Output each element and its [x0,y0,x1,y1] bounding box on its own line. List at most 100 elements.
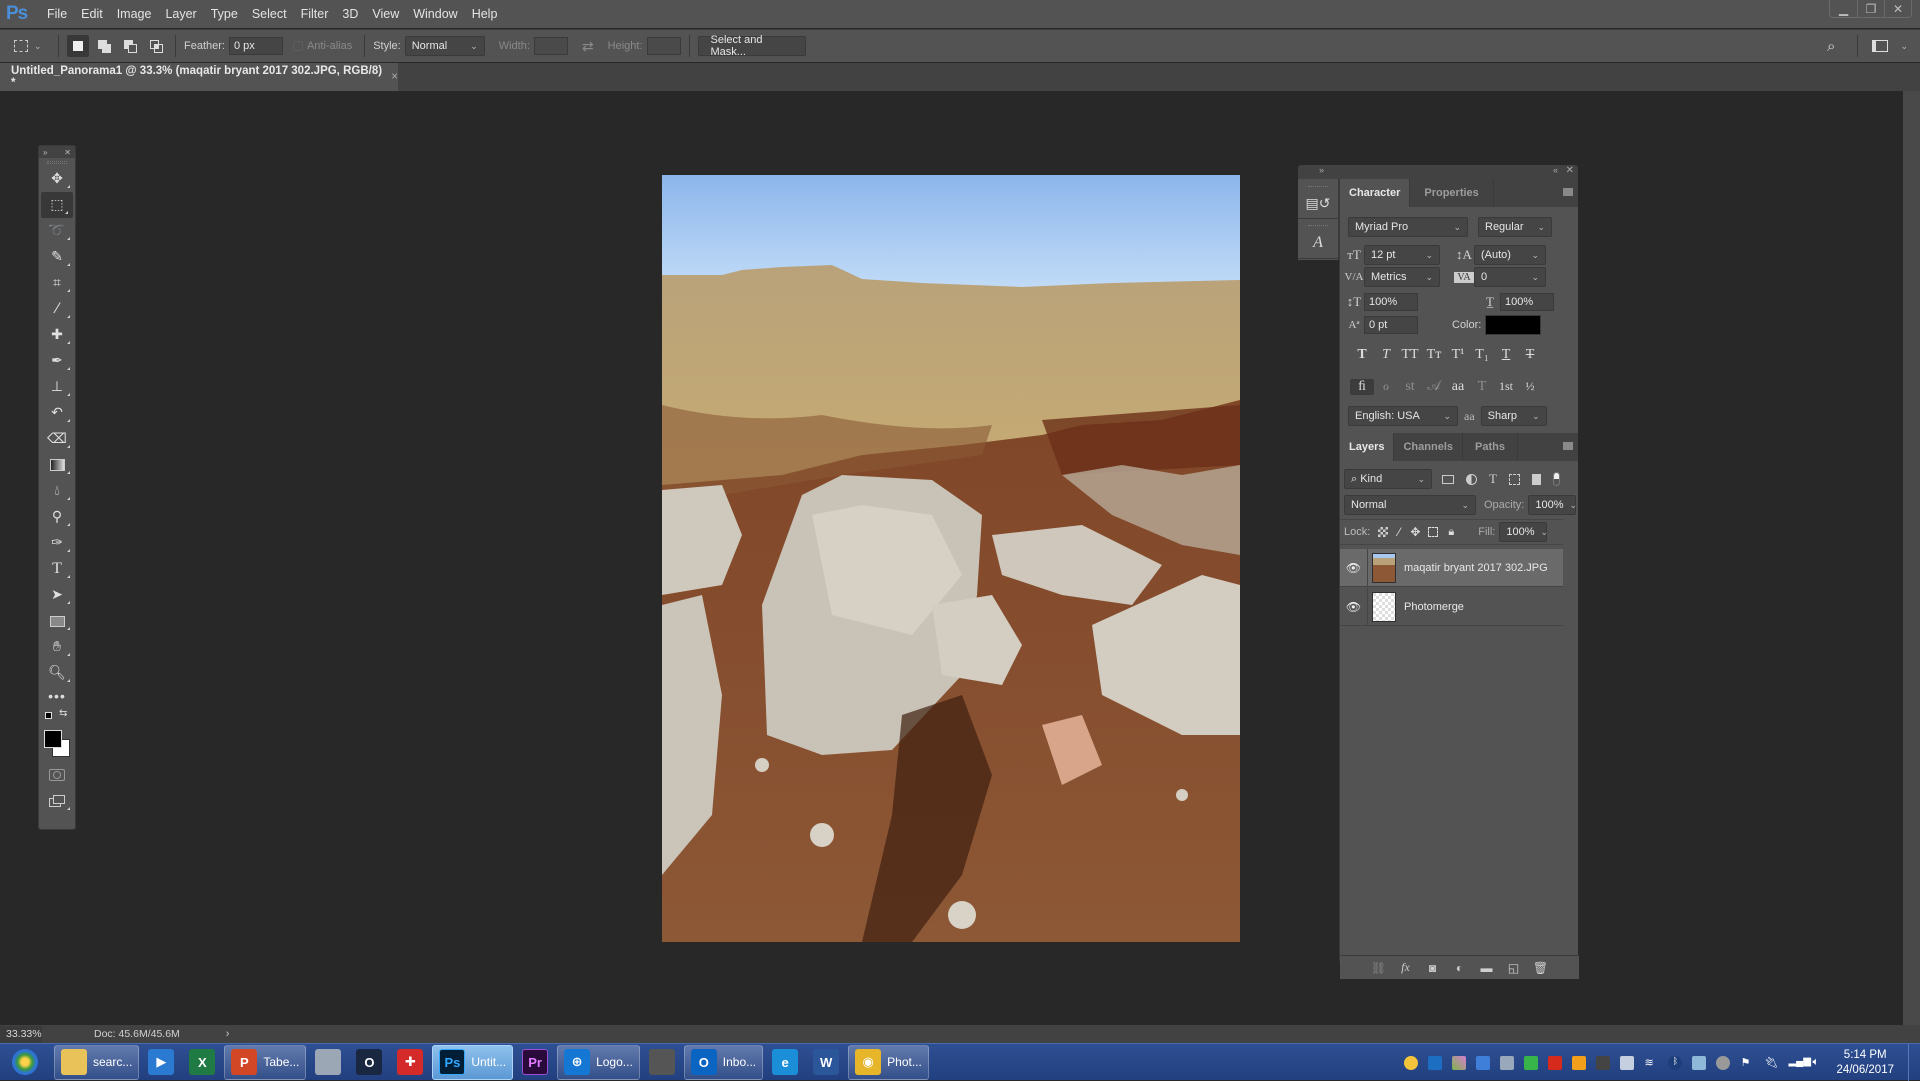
menu-file[interactable]: File [40,7,74,21]
filter-pixel-icon[interactable] [1442,474,1454,484]
add-to-selection-button[interactable] [93,35,115,57]
fractions-button[interactable]: ½ [1518,379,1542,394]
zoom-level-input[interactable]: 33.33% [0,1025,42,1043]
blur-tool[interactable]: 💧︎ [39,478,75,504]
taskbar-logos[interactable]: ⊕ Logo... [557,1044,640,1080]
blend-mode-select[interactable]: Normal ⌄ [1344,495,1476,515]
underline-button[interactable]: T [1494,347,1518,363]
zoom-tool[interactable]: 🔍︎ [39,660,75,686]
tray-icon-record[interactable] [1716,1055,1731,1070]
layer-row[interactable]: 👁︎ maqatir bryant 2017 302.JPG [1340,548,1563,587]
new-group-icon[interactable]: ▬ [1473,961,1500,975]
search-icon[interactable]: ⌕ [1827,38,1835,55]
faux-italic-button[interactable]: T [1374,347,1398,363]
discretionary-ligatures-button[interactable]: st [1398,379,1422,395]
eyedropper-tool[interactable]: ⁄ [39,296,75,322]
collapse-dock-icon[interactable]: « [1553,165,1558,175]
filter-adjustment-icon[interactable] [1466,473,1477,485]
menu-window[interactable]: Window [406,7,464,21]
add-mask-icon[interactable]: ◙ [1419,961,1446,975]
crop-tool[interactable]: ⌗ [39,270,75,296]
taskbar-opera[interactable]: O [350,1045,388,1080]
font-family-select[interactable]: Myriad Pro ⌄ [1348,217,1468,237]
menu-3d[interactable]: 3D [335,7,365,21]
superscript-button[interactable]: T¹ [1446,347,1470,363]
workspace-icon[interactable] [1872,40,1889,52]
document-canvas-image[interactable] [662,175,1240,942]
hand-tool[interactable]: ✋︎ [39,634,75,660]
tray-icon-color[interactable] [1452,1055,1467,1070]
tab-layers[interactable]: Layers [1340,433,1395,461]
faux-bold-button[interactable]: T [1350,347,1374,363]
lock-transparent-pixels-icon[interactable] [1378,527,1389,537]
vertical-scale-input[interactable]: 100% [1364,293,1418,311]
type-tool[interactable]: T [39,556,75,582]
standard-ligatures-button[interactable]: ﬁ [1350,378,1374,395]
swap-dimensions-icon[interactable]: ⇄ [582,38,594,55]
taskbar-file-explorer[interactable]: searc... [54,1044,140,1080]
menu-help[interactable]: Help [465,7,505,21]
opacity-input[interactable]: 100% ⌄ [1528,495,1577,515]
show-desktop-button[interactable] [1908,1044,1920,1081]
new-layer-icon[interactable]: ◱ [1500,961,1527,975]
tray-icon-outlook[interactable] [1428,1055,1443,1070]
taskbar-excel[interactable]: X [183,1045,221,1080]
wifi-icon[interactable]: ≋ [1644,1056,1658,1070]
intersect-selection-button[interactable] [145,35,167,57]
baseline-shift-input[interactable]: 0 pt [1364,316,1418,334]
taskbar-start[interactable] [6,1045,44,1080]
tray-icon-security[interactable] [1692,1055,1707,1070]
default-colors-icon[interactable] [45,712,52,719]
panel-menu-icon[interactable] [1563,188,1573,196]
signal-icon[interactable]: ▂▄▆ [1788,1056,1810,1070]
font-size-select[interactable]: 12 pt ⌄ [1364,245,1440,265]
small-caps-button[interactable]: Tт [1422,347,1446,363]
lock-position-icon[interactable]: ✥ [1410,525,1420,539]
adjustment-layer-icon[interactable]: ◐ [1446,961,1473,975]
tray-icon-update[interactable] [1572,1055,1587,1070]
taskbar-chrome[interactable]: ◉ Phot... [848,1044,929,1080]
tray-icon-smiley[interactable] [1404,1055,1419,1070]
delete-layer-icon[interactable]: 🗑︎ [1527,961,1554,975]
antialias-method-select[interactable]: Sharp ⌄ [1480,406,1547,426]
history-panel-button[interactable]: ▤↺ [1298,179,1338,219]
spot-healing-brush-tool[interactable]: ✚ [39,322,75,348]
kerning-select[interactable]: Metrics ⌄ [1364,267,1440,287]
glyphs-panel-button[interactable]: A [1298,219,1338,259]
rectangle-tool[interactable] [39,608,75,634]
tracking-select[interactable]: 0 ⌄ [1474,267,1546,287]
filter-type-icon[interactable]: T [1489,471,1497,487]
lock-artboard-icon[interactable] [1428,527,1439,537]
layer-row[interactable]: 👁︎ Photomerge [1340,587,1563,626]
fx-icon[interactable]: fx [1392,960,1419,975]
menu-edit[interactable]: Edit [74,7,110,21]
antialias-checkbox[interactable] [292,41,303,51]
contextual-alternates-button[interactable]: ℴ [1374,378,1398,395]
close-dock-icon[interactable]: ✕ [1566,165,1574,176]
quick-mask-button[interactable] [39,762,75,788]
pen-tool[interactable]: ✑ [39,530,75,556]
tab-character[interactable]: Character [1340,179,1411,207]
power-icon[interactable]: 🔌︎ [1764,1056,1778,1070]
menu-select[interactable]: Select [245,7,294,21]
ordinals-button[interactable]: 1st [1494,379,1518,394]
status-menu-arrow[interactable]: › [226,1028,230,1040]
subscript-button[interactable]: T₁ [1470,347,1494,363]
brush-tool[interactable]: ✒ [39,348,75,374]
taskbar-first-aid-app[interactable]: ✚ [391,1045,429,1080]
taskbar-vpn-lock[interactable] [643,1045,681,1080]
text-color-swatch[interactable] [1485,315,1542,335]
dock-header[interactable]: » « ✕ [1298,165,1578,179]
panel-menu-icon[interactable] [1563,442,1573,450]
close-toolbox-icon[interactable]: ✕ [64,148,71,157]
leading-select[interactable]: (Auto) ⌄ [1474,245,1546,265]
lasso-tool[interactable]: ➰ [39,218,75,244]
eraser-tool[interactable]: ⌫ [39,426,75,452]
visibility-toggle[interactable]: 👁︎ [1340,587,1368,626]
rectangular-marquee-tool[interactable]: ⬚ [41,192,73,218]
taskbar-windows-media-player[interactable]: ▶ [142,1045,180,1080]
link-layers-icon[interactable]: ⛓ [1365,961,1392,975]
menu-view[interactable]: View [365,7,406,21]
menu-layer[interactable]: Layer [158,7,203,21]
history-brush-tool[interactable]: ↶ [39,400,75,426]
